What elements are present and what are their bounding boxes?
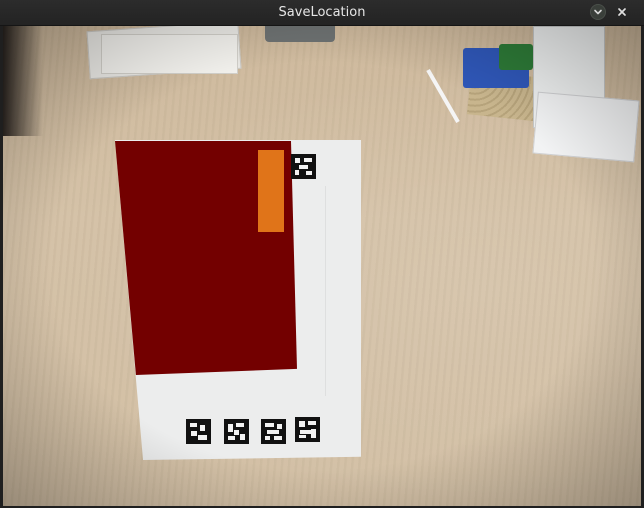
background-object — [426, 69, 460, 123]
fiducial-marker — [224, 419, 249, 444]
window-title: SaveLocation — [278, 5, 366, 20]
fiducial-marker — [186, 419, 211, 444]
app-window: SaveLocation — [0, 0, 644, 508]
orange-bar-overlay — [258, 150, 284, 232]
lego-green-brick — [499, 44, 533, 70]
fiducial-marker — [291, 154, 316, 179]
fiducial-marker — [261, 419, 286, 444]
background-object — [265, 26, 335, 42]
title-bar[interactable]: SaveLocation — [0, 0, 644, 26]
close-button[interactable] — [614, 4, 630, 20]
camera-view — [3, 26, 641, 506]
close-icon — [617, 7, 627, 17]
fiducial-marker — [295, 417, 320, 442]
chevron-down-icon — [593, 7, 603, 17]
background-paper — [101, 34, 238, 74]
minimize-button[interactable] — [590, 4, 606, 20]
background-paper — [532, 91, 640, 163]
background-object — [3, 26, 43, 136]
sheet-crease — [325, 186, 326, 396]
